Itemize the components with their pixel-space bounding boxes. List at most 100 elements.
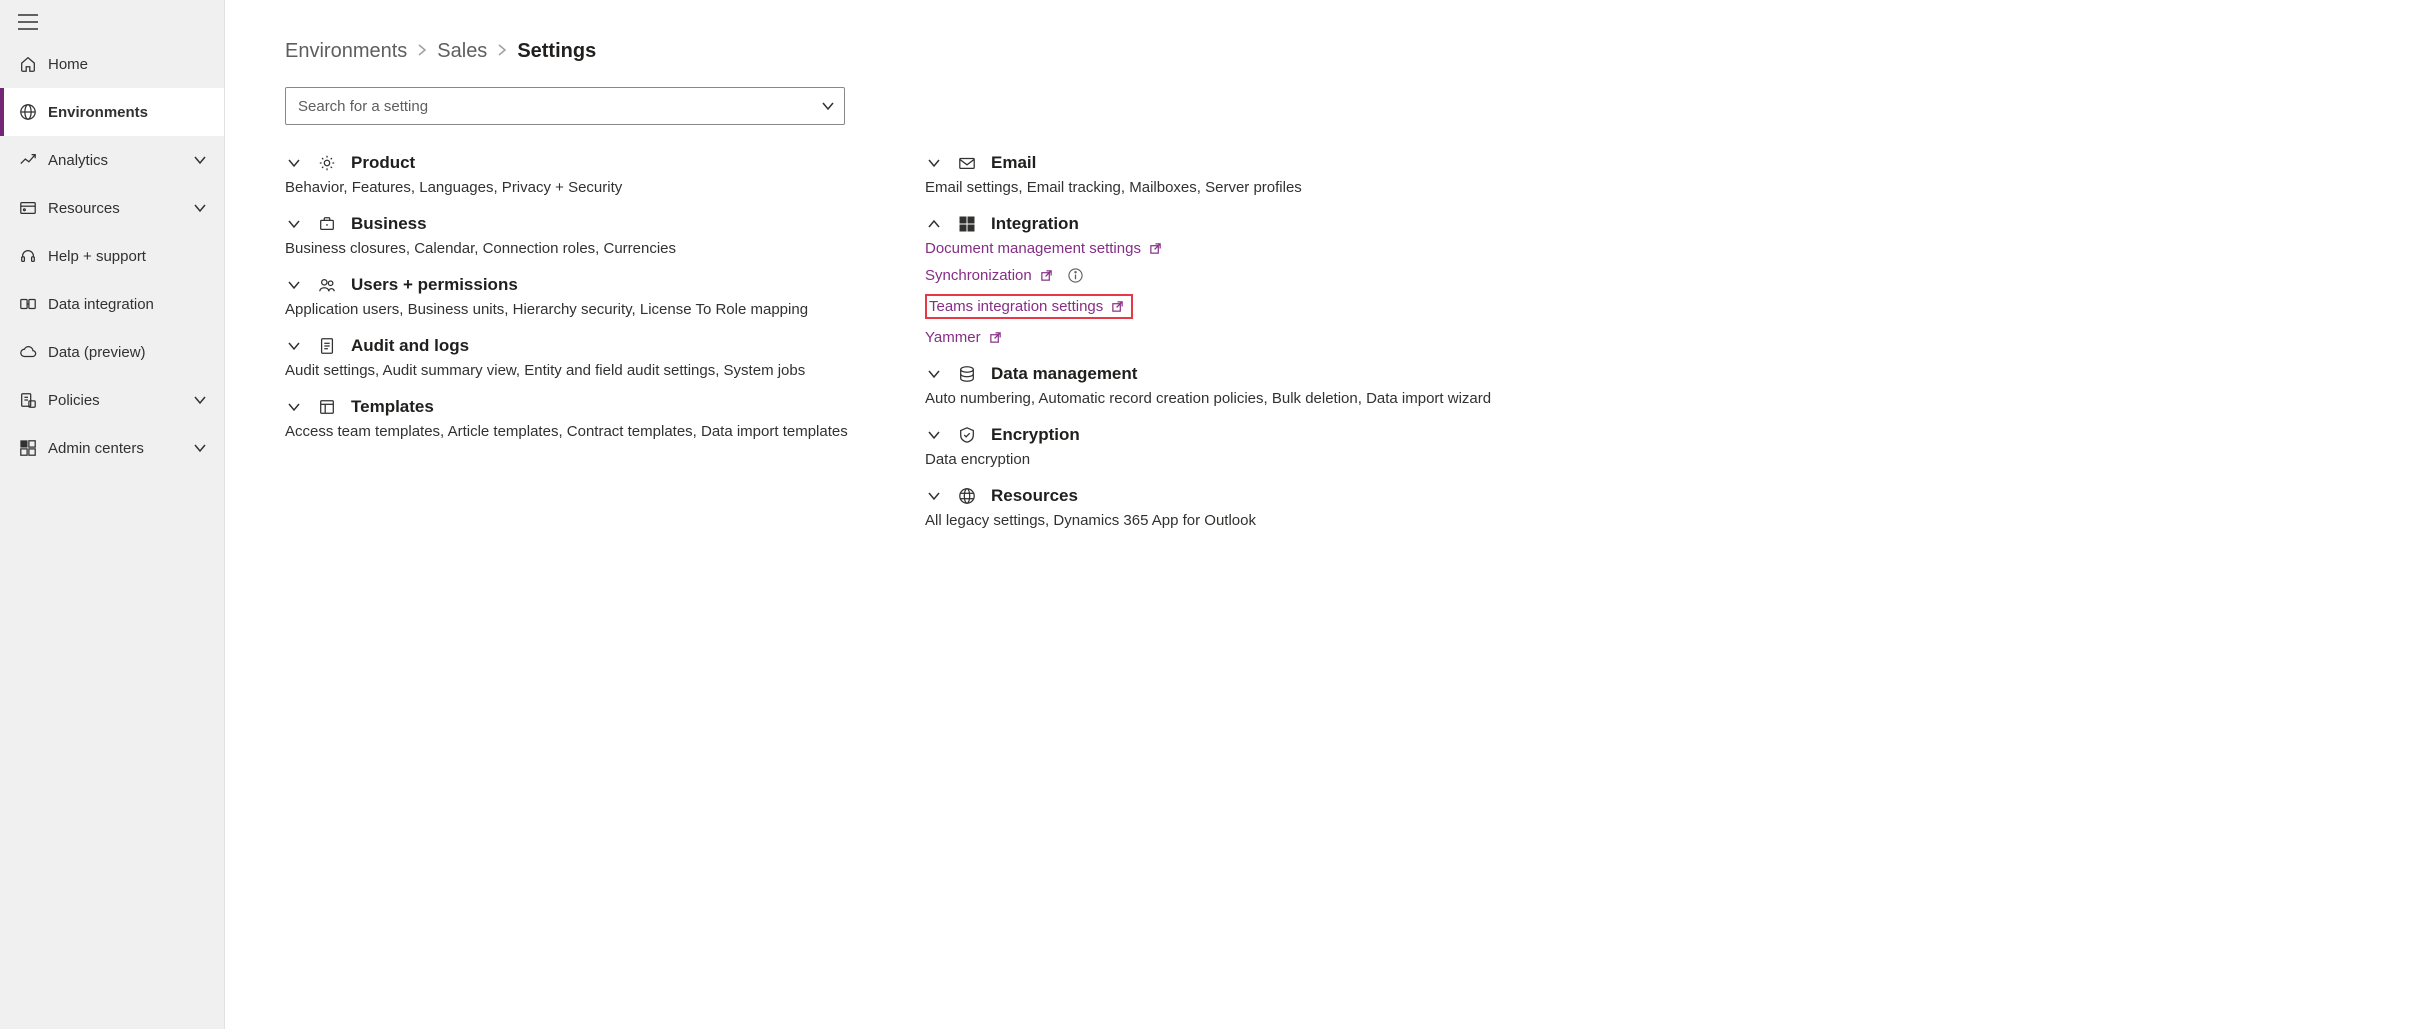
chevron-down-icon bbox=[925, 154, 943, 172]
sidebar-item-label: Admin centers bbox=[48, 440, 192, 457]
sidebar-item-environments[interactable]: Environments bbox=[0, 88, 224, 136]
section-header-business[interactable]: Business bbox=[285, 214, 895, 234]
section-desc: Business closures, Calendar, Connection … bbox=[285, 240, 895, 257]
sidebar-item-label: Policies bbox=[48, 392, 192, 409]
section-audit-and-logs: Audit and logs Audit settings, Audit sum… bbox=[285, 336, 895, 379]
section-desc: Access team templates, Article templates… bbox=[285, 423, 895, 440]
link-label: Document management settings bbox=[925, 240, 1141, 257]
sidebar-item-home[interactable]: Home bbox=[0, 40, 224, 88]
section-header-product[interactable]: Product bbox=[285, 153, 895, 173]
search-input[interactable] bbox=[285, 87, 845, 125]
admin-centers-icon bbox=[18, 438, 38, 458]
windows-icon bbox=[957, 214, 977, 234]
section-title: Resources bbox=[991, 486, 1078, 506]
chevron-down-icon bbox=[925, 365, 943, 383]
gear-icon bbox=[317, 153, 337, 173]
home-icon bbox=[18, 54, 38, 74]
sidebar-item-label: Data integration bbox=[48, 296, 208, 313]
section-desc: Auto numbering, Automatic record creatio… bbox=[925, 390, 1535, 407]
external-link-icon bbox=[1111, 300, 1125, 314]
sidebar-item-policies[interactable]: Policies bbox=[0, 376, 224, 424]
chevron-down-icon bbox=[285, 398, 303, 416]
section-title: Audit and logs bbox=[351, 336, 469, 356]
chevron-down-icon bbox=[925, 426, 943, 444]
chevron-down-icon bbox=[821, 98, 835, 114]
section-email: Email Email settings, Email tracking, Ma… bbox=[925, 153, 1535, 196]
section-title: Templates bbox=[351, 397, 434, 417]
chevron-down-icon bbox=[925, 487, 943, 505]
section-encryption: Encryption Data encryption bbox=[925, 425, 1535, 468]
search-combobox[interactable] bbox=[285, 87, 845, 125]
link-teams-integration-settings[interactable]: Teams integration settings bbox=[929, 298, 1125, 315]
sidebar-item-analytics[interactable]: Analytics bbox=[0, 136, 224, 184]
highlight-box: Teams integration settings bbox=[925, 294, 1133, 319]
section-title: Users + permissions bbox=[351, 275, 518, 295]
section-title: Business bbox=[351, 214, 427, 234]
sidebar-item-resources[interactable]: Resources bbox=[0, 184, 224, 232]
link-label: Yammer bbox=[925, 329, 981, 346]
database-icon bbox=[957, 364, 977, 384]
section-header-integration[interactable]: Integration bbox=[925, 214, 1535, 234]
link-label: Teams integration settings bbox=[929, 298, 1103, 315]
analytics-icon bbox=[18, 150, 38, 170]
globe-icon bbox=[18, 102, 38, 122]
sidebar-item-label: Analytics bbox=[48, 152, 192, 169]
section-header-resources[interactable]: Resources bbox=[925, 486, 1535, 506]
section-desc: Email settings, Email tracking, Mailboxe… bbox=[925, 179, 1535, 196]
headset-icon bbox=[18, 246, 38, 266]
section-header-encryption[interactable]: Encryption bbox=[925, 425, 1535, 445]
mail-icon bbox=[957, 153, 977, 173]
policies-icon bbox=[18, 390, 38, 410]
chevron-down-icon bbox=[192, 152, 208, 168]
info-icon[interactable] bbox=[1068, 268, 1084, 284]
link-document-management-settings[interactable]: Document management settings bbox=[925, 240, 1163, 257]
section-desc: Audit settings, Audit summary view, Enti… bbox=[285, 362, 895, 379]
sidebar-item-data-integration[interactable]: Data integration bbox=[0, 280, 224, 328]
doc-icon bbox=[317, 336, 337, 356]
section-title: Product bbox=[351, 153, 415, 173]
section-data-management: Data management Auto numbering, Automati… bbox=[925, 364, 1535, 407]
sidebar-item-help-support[interactable]: Help + support bbox=[0, 232, 224, 280]
sidebar-item-label: Resources bbox=[48, 200, 192, 217]
hamburger-button[interactable] bbox=[0, 0, 224, 40]
chevron-down-icon bbox=[285, 215, 303, 233]
globe2-icon bbox=[957, 486, 977, 506]
briefcase-icon bbox=[317, 214, 337, 234]
section-desc: Application users, Business units, Hiera… bbox=[285, 301, 895, 318]
sidebar: Home Environments Analytics Resources He… bbox=[0, 0, 225, 1029]
breadcrumb: Environments Sales Settings bbox=[285, 40, 2363, 63]
section-templates: Templates Access team templates, Article… bbox=[285, 397, 895, 440]
chevron-right-icon bbox=[497, 40, 507, 63]
sidebar-item-label: Data (preview) bbox=[48, 344, 208, 361]
section-header-audit-and-logs[interactable]: Audit and logs bbox=[285, 336, 895, 356]
sidebar-item-label: Home bbox=[48, 56, 208, 73]
section-header-data-management[interactable]: Data management bbox=[925, 364, 1535, 384]
chevron-down-icon bbox=[192, 392, 208, 408]
chevron-right-icon bbox=[417, 40, 427, 63]
shield-icon bbox=[957, 425, 977, 445]
chevron-down-icon bbox=[192, 200, 208, 216]
chevron-down-icon bbox=[285, 337, 303, 355]
section-header-users-permissions[interactable]: Users + permissions bbox=[285, 275, 895, 295]
chevron-down-icon bbox=[285, 276, 303, 294]
sidebar-item-data-preview-[interactable]: Data (preview) bbox=[0, 328, 224, 376]
cloud-icon bbox=[18, 342, 38, 362]
link-synchronization[interactable]: Synchronization bbox=[925, 267, 1084, 284]
chevron-down-icon bbox=[192, 440, 208, 456]
section-business: Business Business closures, Calendar, Co… bbox=[285, 214, 895, 257]
breadcrumb-sales[interactable]: Sales bbox=[437, 40, 487, 63]
section-resources: Resources All legacy settings, Dynamics … bbox=[925, 486, 1535, 529]
section-header-templates[interactable]: Templates bbox=[285, 397, 895, 417]
breadcrumb-environments[interactable]: Environments bbox=[285, 40, 407, 63]
breadcrumb-current: Settings bbox=[517, 40, 596, 63]
chevron-up-icon bbox=[925, 215, 943, 233]
sidebar-item-admin-centers[interactable]: Admin centers bbox=[0, 424, 224, 472]
section-title: Encryption bbox=[991, 425, 1080, 445]
section-title: Data management bbox=[991, 364, 1137, 384]
section-title: Integration bbox=[991, 214, 1079, 234]
link-yammer[interactable]: Yammer bbox=[925, 329, 1003, 346]
sidebar-item-label: Help + support bbox=[48, 248, 208, 265]
external-link-icon bbox=[1149, 242, 1163, 256]
section-header-email[interactable]: Email bbox=[925, 153, 1535, 173]
integration-links: Document management settings Synchroniza… bbox=[925, 240, 1535, 346]
